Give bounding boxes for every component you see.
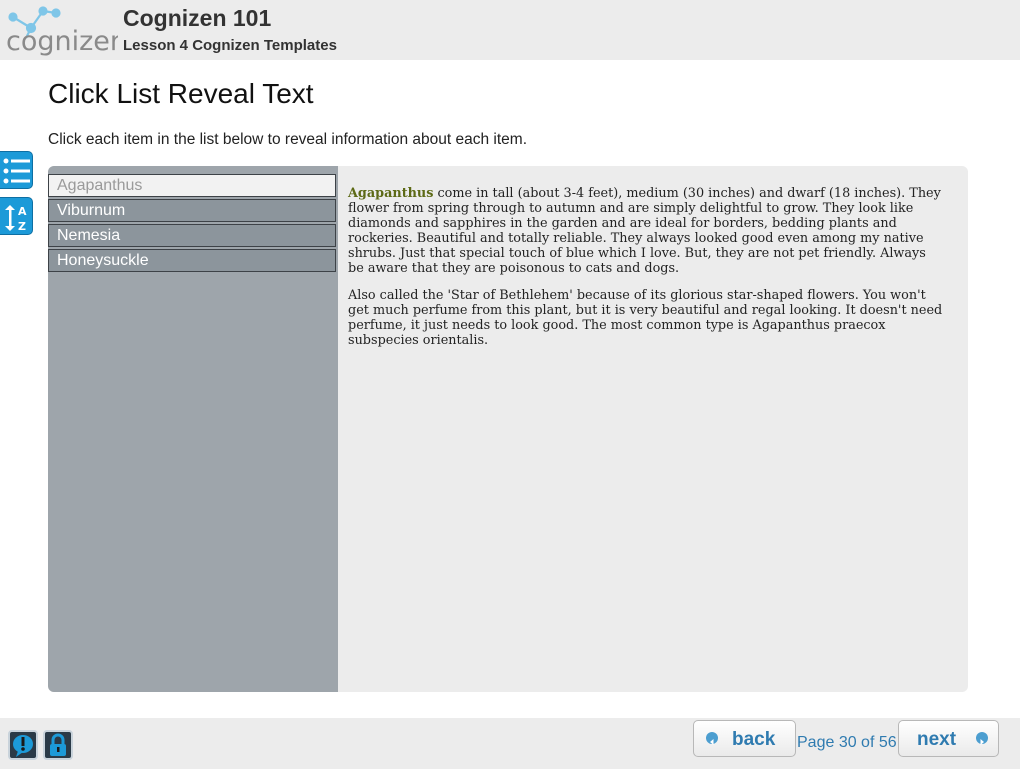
lesson-title: Lesson 4 Cognizen Templates — [123, 37, 337, 54]
reveal-text-area: Agapanthus come in tall (about 3-4 feet)… — [348, 186, 944, 360]
list-item-agapanthus[interactable]: Agapanthus — [48, 174, 336, 197]
page-counter: Page 30 of 56 — [797, 734, 897, 751]
back-arrow-icon — [706, 732, 718, 745]
reveal-panel: Agapanthus Viburnum Nemesia Honeysuckle … — [48, 166, 968, 692]
az-glyph-a: A — [18, 205, 27, 218]
app-header: cognizen Cognizen 101 Lesson 4 Cognizen … — [0, 0, 1020, 60]
footer-bar: back Page 30 of 56 next — [0, 718, 1020, 769]
back-label: back — [732, 729, 776, 750]
next-arrow-icon — [976, 732, 988, 745]
detail-paragraph-1-text: come in tall (about 3-4 feet), medium (3… — [348, 186, 941, 276]
glossary-button[interactable]: A Z — [0, 197, 33, 235]
detail-term: Agapanthus — [348, 186, 434, 201]
back-button[interactable]: back — [693, 720, 796, 757]
detail-paragraph-1: Agapanthus come in tall (about 3-4 feet)… — [348, 186, 944, 276]
exclamation-bubble-icon — [13, 735, 33, 757]
detail-paragraph-2: Also called the 'Star of Bethlehem' beca… — [348, 288, 943, 348]
logo-wordmark: cognizen — [6, 26, 118, 57]
list-item-viburnum[interactable]: Viburnum — [48, 199, 336, 222]
list-item-nemesia[interactable]: Nemesia — [48, 224, 336, 247]
item-list: Agapanthus Viburnum Nemesia Honeysuckle — [48, 166, 338, 692]
page-title: Click List Reveal Text — [48, 78, 314, 109]
cognizen-logo: cognizen — [6, 6, 118, 57]
help-button[interactable] — [8, 730, 38, 760]
lock-icon — [50, 733, 66, 756]
next-button[interactable]: next — [898, 720, 999, 757]
az-icon: A Z — [5, 205, 27, 233]
instructions-text: Click each item in the list below to rev… — [48, 131, 528, 148]
course-title: Cognizen 101 — [123, 5, 272, 31]
next-label: next — [917, 729, 957, 750]
list-icon — [3, 158, 30, 184]
az-glyph-z: Z — [18, 220, 26, 233]
list-item-honeysuckle[interactable]: Honeysuckle — [48, 249, 336, 272]
lock-button[interactable] — [43, 730, 73, 760]
table-of-contents-button[interactable] — [0, 151, 33, 189]
